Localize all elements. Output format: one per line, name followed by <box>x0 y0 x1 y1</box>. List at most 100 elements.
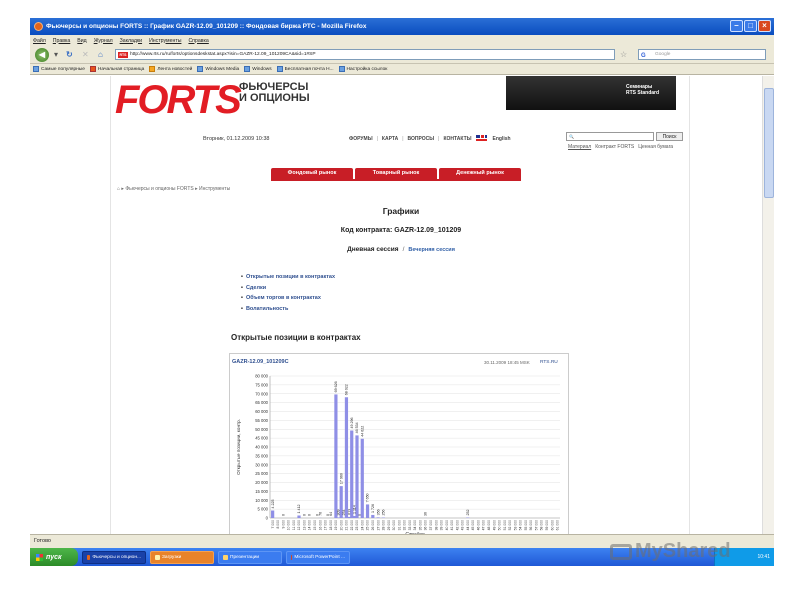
x-tick-label: 42 000 <box>455 520 459 530</box>
y-tick-label: 65 000 <box>255 400 268 405</box>
menu-tools[interactable]: Инструменты <box>149 38 181 44</box>
scrollbar-thumb[interactable] <box>764 88 774 198</box>
dropdown-arrow-icon[interactable]: ▾ <box>54 50 58 59</box>
maximize-button[interactable]: □ <box>744 20 757 32</box>
link-volume[interactable]: Объем торгов в контрактах <box>241 293 335 304</box>
start-button[interactable]: пуск <box>30 548 78 566</box>
bar <box>365 504 370 518</box>
site-favicon: RTS <box>118 52 128 58</box>
url-bar[interactable]: RTS http://www.rts.ru/ru/forts/optionsde… <box>115 49 615 60</box>
nav-questions[interactable]: ВОПРОСЫ <box>408 136 435 142</box>
powerpoint-icon <box>291 554 293 560</box>
nav-map[interactable]: КАРТА <box>382 136 398 142</box>
bar-value-label: 1 412 <box>297 504 301 513</box>
bookmark-item[interactable]: Windows <box>244 66 272 72</box>
nav-separator: | <box>376 135 378 142</box>
vertical-scrollbar[interactable] <box>762 76 774 534</box>
site-search-button[interactable]: Поиск <box>656 132 683 141</box>
task-firefox[interactable]: Фьючерсы и опцион... <box>82 550 146 564</box>
bar-value-label: 44 622 <box>360 426 364 437</box>
bar-value-label: 36 <box>424 512 428 516</box>
menu-view[interactable]: Вид <box>77 38 86 44</box>
google-icon: G <box>641 53 646 59</box>
task-downloads[interactable]: Загрузки <box>150 550 214 564</box>
x-tick-label: 23 000 <box>355 520 359 530</box>
tab-stock-market[interactable]: Фондовый рынок <box>271 168 353 179</box>
x-tick-label: 54 000 <box>519 520 523 530</box>
bar <box>371 514 375 518</box>
start-label: пуск <box>46 553 62 561</box>
tab-money-market[interactable]: Денежный рынок <box>439 168 521 179</box>
folder-icon <box>155 554 160 560</box>
link-open-positions[interactable]: Открытые позиции в контрактах <box>241 272 335 283</box>
x-tick-label: 9 000 <box>281 520 285 529</box>
bookmark-item[interactable]: Настройка ссылок <box>338 66 387 72</box>
link-deals[interactable]: Сделки <box>241 283 335 294</box>
x-tick-label: 24 000 <box>360 520 364 530</box>
x-tick-label: 8 000 <box>276 520 280 529</box>
bookmark-icon <box>33 66 39 72</box>
web-search-input[interactable]: G Google <box>638 49 766 60</box>
x-tick-label: 46 000 <box>476 520 480 530</box>
status-text: Готово <box>34 538 51 544</box>
x-tick-label: 39 000 <box>440 520 444 530</box>
chart-source-link[interactable]: RTS.RU <box>540 360 558 365</box>
link-volatility[interactable]: Волатильность <box>241 304 335 315</box>
x-tick-label: 12 000 <box>297 520 301 530</box>
y-tick-label: 10 000 <box>255 498 268 503</box>
home-icon[interactable]: ⌂ <box>98 50 103 59</box>
menu-history[interactable]: Журнал <box>94 38 113 44</box>
breadcrumb-path[interactable]: Фьючерсы и опционы FORTS ▸ Инструменты <box>125 186 230 192</box>
scope-security[interactable]: Ценная бумага <box>638 144 673 150</box>
x-tick-label: 29 000 <box>387 520 391 530</box>
bookmark-item[interactable]: Windows Media <box>197 66 239 72</box>
menu-bookmarks[interactable]: Закладки <box>120 38 142 44</box>
nav-english[interactable]: English <box>493 136 511 142</box>
y-tick-label: 0 <box>266 516 269 521</box>
forts-logo[interactable]: FORTS <box>115 80 242 120</box>
site-search-input[interactable]: 🔍 <box>566 132 654 141</box>
x-tick-label: 20 000 <box>339 520 343 530</box>
bookmark-icon <box>197 66 204 72</box>
y-tick-label: 25 000 <box>255 471 268 476</box>
scope-contract[interactable]: Контракт FORTS <box>595 144 634 150</box>
bar-value-label: 252 <box>466 510 470 516</box>
minimize-button[interactable]: – <box>730 20 743 32</box>
bar-value-label: 69 626 <box>334 381 338 392</box>
x-tick-label: 25 000 <box>366 520 370 530</box>
folder-icon <box>223 554 228 560</box>
seminars-banner[interactable]: Семинары RTS Standard <box>506 76 676 110</box>
star-icon[interactable]: ☆ <box>620 50 627 59</box>
nav-contacts[interactable]: КОНТАКТЫ <box>443 136 471 142</box>
x-tick-label: 17 000 <box>324 520 328 530</box>
menu-file[interactable]: Файл <box>33 38 46 44</box>
menu-edit[interactable]: Правка <box>53 38 71 44</box>
search-scope-links: Материал Контракт FORTS Ценная бумага <box>568 144 673 150</box>
y-tick-label: 75 000 <box>255 382 268 387</box>
session-switcher: Дневная сессия / Вечерняя сессия <box>111 246 691 253</box>
menu-help[interactable]: Справка <box>188 38 208 44</box>
bookmarks-toolbar: Самые популярные Начальная страница Лент… <box>30 64 774 75</box>
x-tick-label: 13 000 <box>302 520 306 530</box>
bookmark-item[interactable]: Бесплатная почта H... <box>276 66 334 72</box>
scope-material[interactable]: Материал <box>568 144 591 150</box>
back-button[interactable]: ◀ <box>35 48 49 62</box>
y-tick-label: 35 000 <box>255 453 268 458</box>
x-tick-label: 26 000 <box>371 520 375 530</box>
task-presentations[interactable]: Презентации <box>218 550 282 564</box>
browser-content: FORTS ФЬЮЧЕРСЫ И ОПЦИОНЫ Семинары RTS St… <box>30 76 762 534</box>
bar-value-label: 356 <box>376 509 380 515</box>
nav-forums[interactable]: ФОРУМЫ <box>349 136 373 142</box>
myshared-watermark: MyShared <box>610 540 731 563</box>
bookmark-item[interactable]: Лента новостей <box>149 66 192 72</box>
tab-commodity-market[interactable]: Товарный рынок <box>355 168 437 179</box>
bookmark-item[interactable]: Самые популярные <box>33 66 85 72</box>
stop-icon[interactable]: ✕ <box>82 50 89 59</box>
chart-datetime: 30.11.2009 18:45 MSK <box>484 360 530 365</box>
session-evening-link[interactable]: Вечерняя сессия <box>408 247 455 253</box>
close-button[interactable]: × <box>758 20 771 32</box>
task-powerpoint[interactable]: Microsoft PowerPoint ... <box>286 550 350 564</box>
x-tick-label: 37 000 <box>429 520 433 530</box>
bookmark-item[interactable]: Начальная страница <box>89 66 144 72</box>
reload-icon[interactable]: ↻ <box>66 50 73 59</box>
